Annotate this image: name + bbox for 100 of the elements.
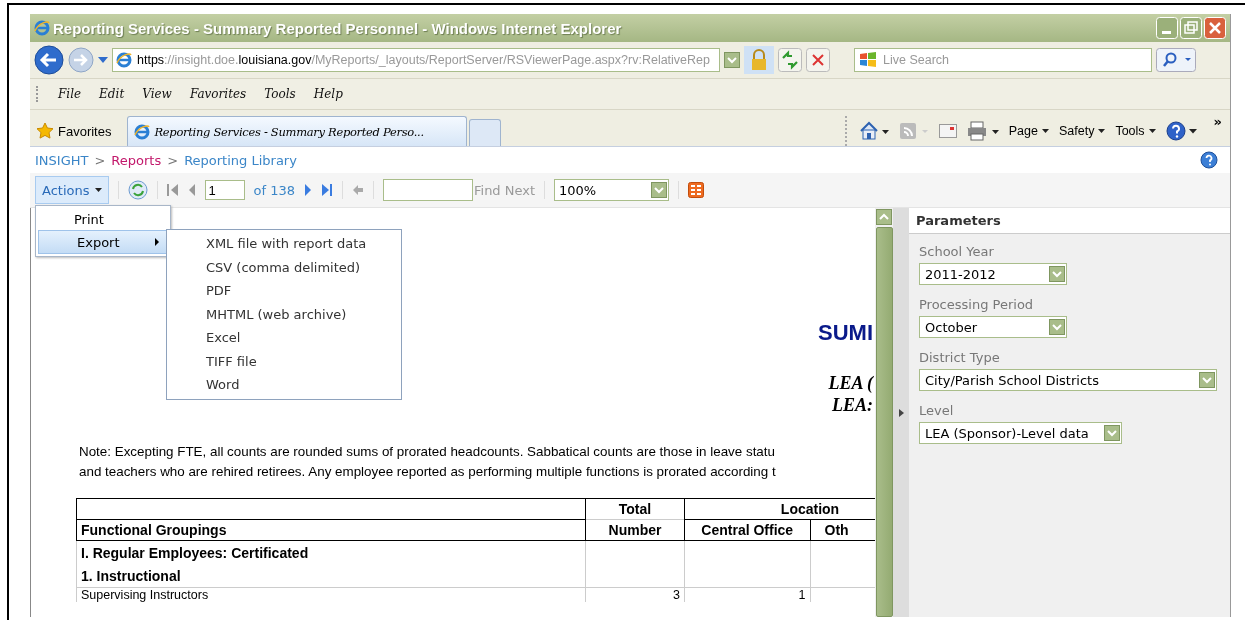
menu-item[interactable]: Help bbox=[313, 87, 343, 101]
forward-button[interactable] bbox=[68, 47, 94, 73]
toolbar-menu-button[interactable]: Page bbox=[1008, 124, 1049, 138]
last-page-icon[interactable] bbox=[321, 183, 333, 197]
caret-icon bbox=[1041, 129, 1049, 133]
field-label: District Type bbox=[919, 350, 1001, 365]
column-header: Total bbox=[585, 498, 685, 520]
caret-icon bbox=[1098, 129, 1106, 133]
caret-icon bbox=[1148, 129, 1156, 133]
next-page-icon[interactable] bbox=[304, 183, 312, 197]
note-text: Note: Excepting FTE, all counts are rounded sums of prorated headcounts. Sabbatical counts are those in leave statu bbox=[79, 443, 776, 461]
dropdown-icon bbox=[1049, 319, 1065, 335]
column-header: Number bbox=[585, 519, 685, 541]
dropdown-button[interactable] bbox=[724, 52, 740, 68]
caret-icon bbox=[94, 188, 102, 192]
submenu-arrow-icon bbox=[155, 238, 159, 246]
search-field[interactable]: Live Search bbox=[854, 48, 1152, 72]
window-title: Reporting Services - Summary Reported Personnel - Windows Internet Explorer bbox=[53, 19, 623, 37]
restore-button[interactable] bbox=[1180, 17, 1202, 39]
dropdown-field[interactable]: October bbox=[919, 316, 1067, 338]
table-cell: Supervising Instructors bbox=[76, 587, 586, 602]
menu-item[interactable]: Export bbox=[38, 230, 168, 254]
menu-item[interactable]: Tools bbox=[264, 87, 296, 101]
browser-tab[interactable]: Reporting Services - Summary Reported Perso... bbox=[127, 116, 468, 146]
note-text: and teachers who are rehired retirees. Any employee reported as performing multiple functions is prorated according t bbox=[79, 463, 777, 481]
export-icon[interactable] bbox=[688, 182, 705, 198]
menu-item[interactable]: XML file with report data bbox=[167, 232, 401, 256]
previous-page-icon[interactable] bbox=[187, 183, 196, 197]
minimize-button[interactable] bbox=[1156, 17, 1178, 39]
breadcrumb-separator: > bbox=[167, 152, 179, 168]
page-icon bbox=[116, 52, 132, 68]
column-header: Central Office bbox=[684, 519, 810, 541]
page-count: of 138 bbox=[253, 182, 295, 198]
actions-button[interactable]: Actions bbox=[35, 176, 109, 204]
dropdown-field[interactable]: 2011-2012 bbox=[919, 263, 1067, 285]
collapse-arrow-icon bbox=[898, 408, 904, 417]
dropdown-icon bbox=[1199, 372, 1215, 388]
table-cell: 1. Instructional bbox=[76, 564, 586, 588]
refresh-button[interactable] bbox=[778, 48, 802, 72]
feed-icon[interactable] bbox=[898, 121, 929, 141]
first-page-icon[interactable] bbox=[166, 183, 179, 197]
favorites-button[interactable]: Favorites bbox=[36, 116, 118, 146]
dropdown-field[interactable]: City/Parish School Districts bbox=[919, 369, 1217, 391]
toolbar-menu-button[interactable]: Safety bbox=[1058, 124, 1106, 138]
table-cell: I. Regular Employees: Certificated bbox=[76, 540, 586, 564]
panel-title: Parameters bbox=[909, 208, 1230, 234]
table-cell: 3 bbox=[585, 587, 685, 602]
menu-item[interactable]: Excel bbox=[167, 326, 401, 350]
overflow-chevron[interactable]: » bbox=[1213, 114, 1222, 129]
new-tab-button[interactable] bbox=[469, 119, 502, 146]
report-title: SUMI bbox=[818, 320, 873, 346]
menu-item[interactable]: CSV (comma delimited) bbox=[167, 255, 401, 279]
column-header: Functional Groupings bbox=[76, 519, 586, 541]
dropdown-icon bbox=[1049, 266, 1065, 282]
menu-item[interactable]: Edit bbox=[99, 87, 125, 101]
menu-item[interactable]: MHTML (web archive) bbox=[167, 302, 401, 326]
report-subtitle: LEA ( bbox=[828, 372, 873, 394]
refresh-icon[interactable] bbox=[127, 180, 148, 200]
menu-item[interactable]: View bbox=[142, 87, 172, 101]
breadcrumb-link[interactable]: INSIGHT bbox=[35, 152, 89, 168]
mail-icon[interactable] bbox=[938, 124, 957, 138]
dropdown-field[interactable]: LEA (Sponsor)-Level data bbox=[919, 422, 1122, 444]
menu-item[interactable]: Print bbox=[36, 208, 170, 230]
menu-item[interactable]: File bbox=[58, 87, 82, 101]
back-arrow-icon[interactable] bbox=[352, 184, 364, 196]
toolbar-menu-button[interactable]: Tools bbox=[1115, 124, 1156, 138]
close-button[interactable] bbox=[1204, 17, 1226, 39]
dropdown-icon bbox=[1104, 425, 1120, 441]
field-label: School Year bbox=[919, 244, 995, 259]
page-number-field[interactable]: 1 bbox=[204, 180, 245, 200]
field-label: Processing Period bbox=[919, 297, 1035, 312]
menu-item[interactable]: PDF bbox=[167, 279, 401, 303]
scroll-up-icon[interactable] bbox=[876, 209, 892, 225]
field-label: Level bbox=[919, 403, 955, 418]
browser-logo-icon bbox=[34, 20, 50, 36]
search-button[interactable] bbox=[1156, 48, 1196, 72]
scrollbar[interactable] bbox=[875, 208, 893, 617]
address-field[interactable]: https://insight.doe.louisiana.gov/MyReports/_layouts/ReportServer/RSViewerPage.aspx?rv:RelativeRep bbox=[112, 48, 720, 72]
back-button[interactable] bbox=[34, 45, 64, 75]
help-icon[interactable] bbox=[1200, 151, 1218, 169]
table-cell: 1 bbox=[684, 587, 810, 602]
home-icon[interactable] bbox=[858, 121, 889, 141]
stop-button[interactable] bbox=[806, 48, 830, 72]
lock-icon bbox=[744, 46, 774, 74]
find-field[interactable] bbox=[383, 179, 473, 201]
breadcrumb-link[interactable]: Reports bbox=[111, 152, 162, 168]
printer-icon[interactable] bbox=[966, 121, 999, 141]
zoom-dropdown[interactable]: 100% bbox=[554, 179, 670, 201]
report-subtitle: LEA: bbox=[832, 394, 873, 416]
splitter-handle[interactable] bbox=[893, 208, 909, 617]
help-icon[interactable] bbox=[1165, 121, 1200, 141]
menu-item[interactable]: Word bbox=[167, 373, 401, 397]
breadcrumb-link[interactable]: Reporting Library bbox=[184, 152, 297, 168]
page-icon bbox=[134, 123, 151, 140]
menu-item[interactable]: Favorites bbox=[189, 87, 247, 101]
column-header: Location bbox=[684, 498, 875, 520]
breadcrumb-separator: > bbox=[94, 152, 106, 168]
history-dropdown-icon[interactable] bbox=[98, 57, 108, 63]
menu-item[interactable]: TIFF file bbox=[167, 349, 401, 373]
star-icon bbox=[36, 122, 54, 140]
